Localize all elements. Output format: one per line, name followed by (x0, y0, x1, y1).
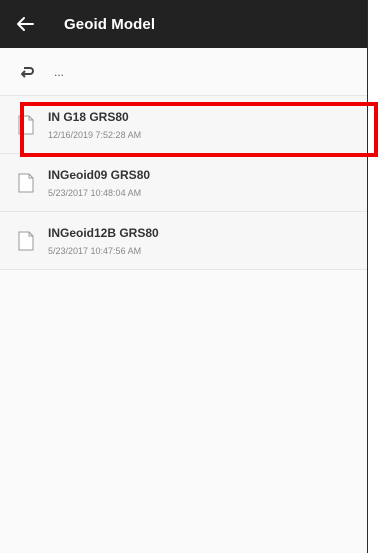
app-frame: Geoid Model ... IN G18 GRS80 12/16/2019 … (0, 0, 368, 553)
file-item-ingeoid09[interactable]: INGeoid09 GRS80 5/23/2017 10:48:04 AM (0, 154, 367, 212)
file-item-ing18[interactable]: IN G18 GRS80 12/16/2019 7:52:28 AM (0, 96, 367, 154)
app-bar: Geoid Model (0, 0, 367, 48)
file-date: 5/23/2017 10:47:56 AM (48, 245, 142, 256)
return-icon (20, 65, 36, 79)
file-icon (18, 173, 34, 192)
file-date: 12/16/2019 7:52:28 AM (48, 129, 142, 140)
file-icon (18, 231, 34, 250)
file-name: INGeoid09 GRS80 (48, 167, 151, 182)
file-icon (18, 115, 34, 134)
file-name: INGeoid12B GRS80 (48, 225, 159, 240)
file-name: IN G18 GRS80 (48, 109, 129, 124)
page-title: Geoid Model (64, 15, 156, 33)
back-arrow-icon[interactable] (14, 13, 36, 35)
file-date: 5/23/2017 10:48:04 AM (48, 187, 142, 198)
parent-folder-row[interactable]: ... (0, 48, 367, 96)
file-item-ingeoid12b[interactable]: INGeoid12B GRS80 5/23/2017 10:47:56 AM (0, 212, 367, 270)
parent-folder-label: ... (54, 64, 65, 79)
